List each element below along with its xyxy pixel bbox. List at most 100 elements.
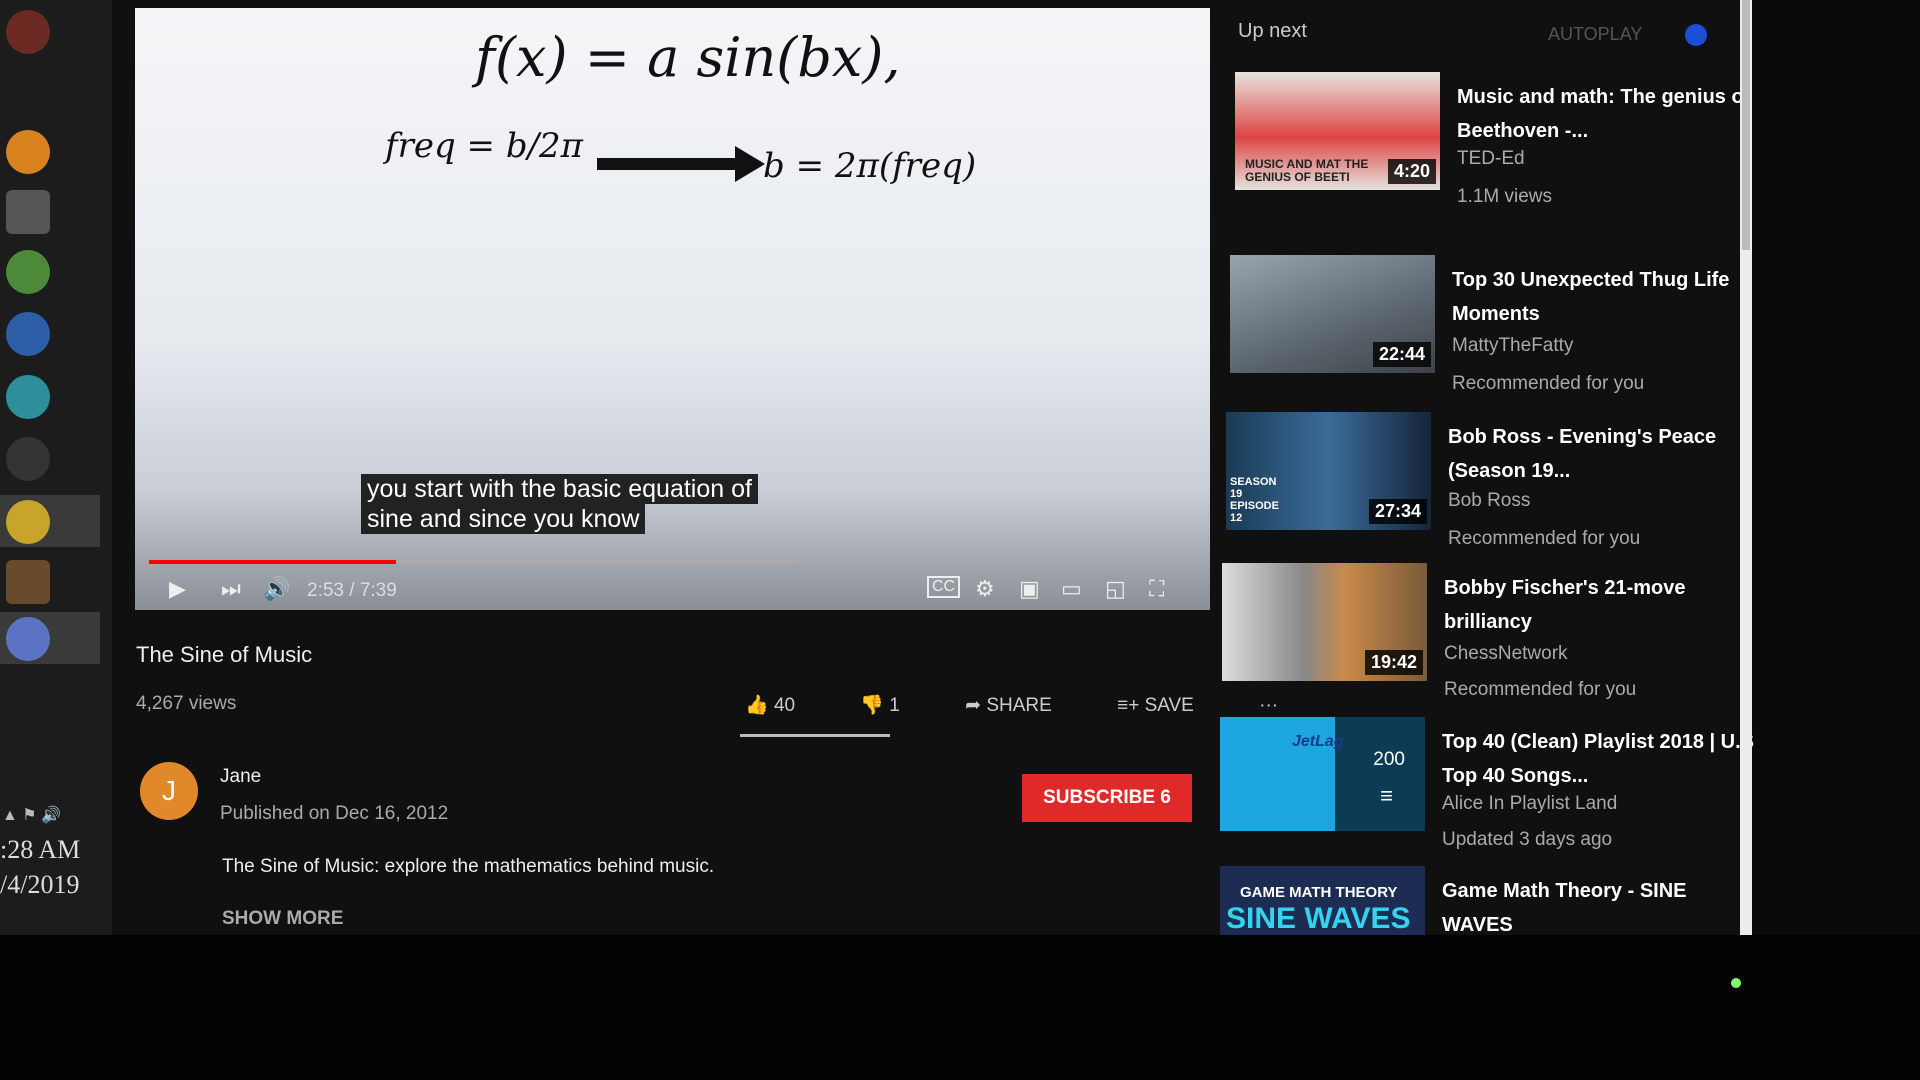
time-display: 2:53 / 7:39 (307, 580, 397, 601)
dislike-count: 1 (889, 695, 900, 716)
app-icon-brown[interactable] (6, 560, 50, 604)
caption-line-2: sine and since you know (361, 504, 646, 534)
subscribe-button[interactable]: SUBSCRIBE 6 (1022, 774, 1192, 822)
video-thumbnail[interactable]: GAME MATH THEORY SINE WAVES (1220, 866, 1425, 936)
like-ratio-bar (740, 734, 890, 737)
video-thumbnail[interactable]: JetLag 200 ≡ (1220, 717, 1425, 831)
like-button[interactable]: 👍 40 (745, 695, 825, 716)
video-card-meta: Recommended for you (1452, 373, 1645, 394)
miniplayer-icon[interactable]: ▣ (1019, 576, 1040, 602)
thumbnail-text: SEASON 19 EPISODE 12 (1230, 476, 1279, 524)
video-card-meta: Updated 3 days ago (1442, 829, 1613, 850)
cast-icon[interactable]: ◱ (1105, 576, 1126, 602)
fullscreen-icon[interactable]: ⛶ (1149, 576, 1164, 602)
list-item[interactable]: JetLag 200 ≡ Top 40 (Clean) Playlist 201… (1220, 717, 1760, 857)
flag-icon[interactable]: ⚑ (22, 807, 36, 824)
share-label: SHARE (986, 695, 1052, 716)
video-thumbnail[interactable]: SEASON 19 EPISODE 12 27:34 (1226, 412, 1431, 530)
duration-badge: 27:34 (1368, 499, 1427, 524)
settings-icon[interactable]: ⚙ (975, 576, 995, 602)
progress-bar[interactable] (149, 560, 799, 564)
video-card-title[interactable]: Game Math Theory - SINE WAVES (1442, 874, 1762, 942)
save-button[interactable]: ≡+ SAVE (1117, 695, 1224, 716)
clock-date[interactable]: /4/2019 (0, 870, 79, 900)
closed-caption: you start with the basic equation of sin… (361, 474, 758, 534)
like-count: 40 (773, 695, 796, 716)
list-item[interactable]: GAME MATH THEORY SINE WAVES Game Math Th… (1220, 866, 1760, 936)
video-card-title[interactable]: Bob Ross - Evening's Peace (Season 19... (1448, 420, 1768, 488)
video-card-channel[interactable]: ChessNetwork (1444, 643, 1568, 665)
app-icon-red[interactable] (6, 10, 50, 54)
power-led (1731, 978, 1741, 988)
arrow-shape (597, 146, 765, 182)
caption-line-1: you start with the basic equation of (361, 474, 758, 504)
video-title: The Sine of Music (136, 642, 313, 667)
thumbnail-text: JetLag (1292, 733, 1344, 750)
app-icon-dark[interactable] (6, 437, 50, 481)
equation-main: f(x) = a sin(bx), (475, 26, 901, 89)
equation-b: b = 2π(freq) (763, 146, 977, 186)
play-icon[interactable]: ▶ (169, 576, 186, 602)
avatar[interactable]: J (140, 762, 198, 820)
show-more-button[interactable]: SHOW MORE (222, 908, 343, 930)
app-icon-yellow[interactable] (6, 500, 50, 544)
app-icon-green[interactable] (6, 250, 50, 294)
desktop-taskbar: ▲ ⚑ 🔊 :28 AM /4/2019 (0, 0, 114, 935)
save-label: SAVE (1144, 695, 1194, 716)
list-item[interactable]: MUSIC AND MAT THE GENIUS OF BEETI 4:20 M… (1235, 72, 1775, 212)
app-icon-teal[interactable] (6, 375, 50, 419)
dislike-button[interactable]: 👎 1 (860, 695, 930, 716)
next-icon[interactable]: ⏭ (221, 576, 241, 602)
globe-icon[interactable] (6, 312, 50, 356)
video-thumbnail[interactable]: 19:42 (1222, 563, 1427, 681)
cc-icon[interactable]: CC (927, 576, 961, 598)
list-item[interactable]: 19:42 Bobby Fischer's 21-move brilliancy… (1222, 563, 1762, 703)
video-card-meta: 1.1M views (1457, 186, 1553, 207)
video-card-channel[interactable]: Bob Ross (1448, 490, 1530, 512)
thumbnail-text-top: GAME MATH THEORY (1240, 884, 1398, 901)
video-card-title[interactable]: Music and math: The genius of Beethoven … (1457, 80, 1777, 148)
clock-time[interactable]: :28 AM (0, 835, 80, 865)
playlist-count: 200 (1373, 749, 1405, 770)
video-card-channel[interactable]: MattyTheFatty (1452, 335, 1573, 357)
video-card-title[interactable]: Bobby Fischer's 21-move brilliancy (1444, 571, 1764, 639)
thumbnail-text-big: SINE WAVES (1226, 902, 1411, 935)
share-button[interactable]: ➦ SHARE (965, 695, 1082, 716)
tray-icons[interactable]: ▲ ⚑ 🔊 (2, 805, 61, 825)
publish-date: Published on Dec 16, 2012 (220, 803, 449, 824)
theater-icon[interactable]: ▭ (1061, 576, 1082, 602)
playlist-icon: ≡ (1380, 783, 1393, 808)
duration-badge: 22:44 (1372, 342, 1431, 367)
video-card-title[interactable]: Top 30 Unexpected Thug Life Moments (1452, 263, 1772, 331)
video-card-channel[interactable]: TED-Ed (1457, 148, 1525, 170)
scrollbar-thumb[interactable] (1742, 0, 1750, 250)
duration-badge: 19:42 (1364, 650, 1423, 675)
video-card-meta: Recommended for you (1444, 679, 1637, 700)
view-count: 4,267 views (136, 693, 237, 714)
computer-icon[interactable] (6, 190, 50, 234)
video-thumbnail[interactable]: 22:44 (1230, 255, 1435, 373)
thumbnail-text: MUSIC AND MAT THE GENIUS OF BEETI (1245, 157, 1369, 184)
playlist-overlay (1335, 717, 1425, 831)
autoplay-toggle[interactable] (1685, 24, 1707, 46)
duration-badge: 4:20 (1387, 159, 1436, 184)
video-thumbnail[interactable]: MUSIC AND MAT THE GENIUS OF BEETI 4:20 (1235, 72, 1440, 190)
volume-icon[interactable]: 🔊 (263, 576, 290, 602)
up-next-heading: Up next (1238, 20, 1307, 42)
volume-icon[interactable]: 🔊 (41, 807, 61, 824)
video-card-title[interactable]: Top 40 (Clean) Playlist 2018 | U.S Top 4… (1442, 725, 1762, 793)
list-item[interactable]: SEASON 19 EPISODE 12 27:34 Bob Ross - Ev… (1226, 412, 1766, 552)
progress-fill (149, 560, 396, 564)
video-card-channel[interactable]: Alice In Playlist Land (1442, 793, 1617, 815)
player-controls: ▶ ⏭ 🔊 2:53 / 7:39 CC ⚙ ▣ ▭ ◱ ⛶ (135, 568, 1210, 608)
signal-icon[interactable]: ▲ (2, 807, 18, 824)
app-icon-orange[interactable] (6, 130, 50, 174)
equation-freq: freq = b/2π (385, 126, 584, 166)
list-item[interactable]: 22:44 Top 30 Unexpected Thug Life Moment… (1230, 255, 1770, 395)
monitor-bezel (0, 935, 1920, 1080)
video-player[interactable]: f(x) = a sin(bx), freq = b/2π b = 2π(fre… (135, 8, 1210, 610)
autoplay-label: AUTOPLAY (1548, 24, 1643, 44)
video-card-meta: Recommended for you (1448, 528, 1641, 549)
app-icon-blue-swirl[interactable] (6, 617, 50, 661)
channel-name[interactable]: Jane (220, 766, 261, 788)
